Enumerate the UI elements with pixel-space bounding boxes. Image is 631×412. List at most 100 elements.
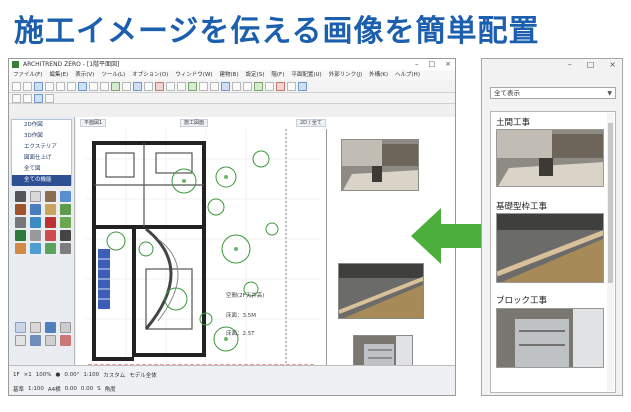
forward-icon[interactable]	[23, 93, 32, 103]
mode-item-2d[interactable]: 2D作図	[12, 120, 71, 131]
layer-panel-icon[interactable]	[15, 322, 26, 333]
status-angle-mode[interactable]: 角度	[105, 385, 116, 393]
snap-icon[interactable]	[133, 81, 142, 91]
grid-icon[interactable]	[122, 81, 131, 91]
menu-building[interactable]: 建物(B)	[220, 70, 239, 80]
status-model[interactable]: モデル全体	[129, 371, 157, 379]
menu-exterior[interactable]: 外構(K)	[369, 70, 388, 80]
status-mode[interactable]: S	[97, 386, 101, 392]
back-icon[interactable]	[12, 93, 21, 103]
photo-item-1[interactable]	[496, 129, 604, 187]
line-icon[interactable]	[30, 230, 41, 241]
delete-icon[interactable]	[155, 81, 164, 91]
scrollbar-thumb[interactable]	[608, 123, 613, 283]
tree-icon[interactable]	[60, 217, 71, 228]
print-icon[interactable]	[45, 81, 54, 91]
fit-icon[interactable]	[221, 81, 230, 91]
move-icon[interactable]	[166, 81, 175, 91]
menu-option[interactable]: オプション(O)	[132, 70, 168, 80]
render-icon[interactable]	[45, 322, 56, 333]
photo-item-3[interactable]	[496, 308, 604, 368]
mode-item-3d[interactable]: 3D作図	[12, 131, 71, 142]
water-icon[interactable]	[30, 217, 41, 228]
open-file-icon[interactable]	[23, 81, 32, 91]
mode-item-exterior[interactable]: エクステリア	[12, 142, 71, 153]
status-paper-scale[interactable]: 1:100	[28, 386, 44, 392]
floor-select-icon[interactable]	[34, 93, 43, 103]
redo-icon[interactable]	[67, 81, 76, 91]
new-file-icon[interactable]	[12, 81, 21, 91]
settings-icon[interactable]	[287, 81, 296, 91]
list-icon[interactable]	[60, 322, 71, 333]
mark-icon[interactable]	[276, 81, 285, 91]
erase-icon[interactable]	[60, 335, 71, 346]
status-snap[interactable]: ●	[56, 372, 61, 378]
property-icon[interactable]	[30, 322, 41, 333]
status-floor[interactable]: 1F	[13, 372, 20, 378]
photo-list-scrollbar[interactable]	[607, 113, 614, 391]
placed-photo-1[interactable]	[341, 139, 419, 191]
status-base[interactable]: 基準	[13, 385, 24, 393]
measure-icon[interactable]	[144, 81, 153, 91]
cursor-icon[interactable]	[45, 93, 54, 103]
filter-dropdown[interactable]: 全て表示 ▼	[490, 87, 616, 99]
image-icon[interactable]	[254, 81, 263, 91]
zoom-in-icon[interactable]	[199, 81, 208, 91]
zoom-out-icon[interactable]	[210, 81, 219, 91]
paste-icon[interactable]	[100, 81, 109, 91]
circle-icon[interactable]	[45, 230, 56, 241]
menu-view[interactable]: 表示(V)	[75, 70, 94, 80]
menu-edit[interactable]: 編集(E)	[49, 70, 68, 80]
floor-icon[interactable]	[45, 204, 56, 215]
panel-minimize-button[interactable]: –	[568, 60, 572, 69]
panel-close-button[interactable]: ×	[609, 60, 616, 69]
column-icon[interactable]	[45, 191, 56, 202]
menu-plan[interactable]: 平面配置(U)	[291, 70, 321, 80]
mode-item-finish[interactable]: 図面仕上げ	[12, 153, 71, 164]
status-angle[interactable]: 0.00°	[64, 372, 79, 378]
shrub-icon[interactable]	[15, 230, 26, 241]
window-icon[interactable]	[60, 191, 71, 202]
save-icon[interactable]	[34, 81, 43, 91]
sheet-tab-2d[interactable]: 2D / 全て	[296, 119, 326, 127]
menu-floor[interactable]: 階(F)	[271, 70, 284, 80]
mode-item-all-functions[interactable]: 全ての機能	[12, 175, 71, 186]
door-icon[interactable]	[15, 204, 26, 215]
photo-item-2[interactable]	[496, 213, 604, 283]
status-scale[interactable]: ×1	[24, 372, 32, 378]
status-paper-size[interactable]: A4横	[48, 385, 61, 393]
pointer-icon[interactable]	[15, 191, 26, 202]
photo-tool-icon[interactable]	[30, 243, 41, 254]
menu-file[interactable]: ファイル(F)	[13, 70, 42, 80]
menu-help[interactable]: ヘルプ(H)	[395, 70, 420, 80]
select-icon[interactable]	[78, 81, 87, 91]
mode-item-all[interactable]: 全て図	[12, 164, 71, 175]
rotate-icon[interactable]	[177, 81, 186, 91]
undo-icon[interactable]	[56, 81, 65, 91]
menu-settings[interactable]: 設定(S)	[246, 70, 265, 80]
close-button[interactable]: ×	[445, 59, 451, 70]
minimize-button[interactable]: –	[415, 59, 419, 70]
menu-tool[interactable]: ツール(L)	[101, 70, 125, 80]
print-preview-icon[interactable]	[30, 335, 41, 346]
view3d-icon[interactable]	[188, 81, 197, 91]
curve-icon[interactable]	[15, 243, 26, 254]
layer-icon[interactable]	[111, 81, 120, 91]
stair-icon[interactable]	[30, 204, 41, 215]
symbol-icon[interactable]	[45, 243, 56, 254]
sheet-icon[interactable]	[15, 335, 26, 346]
menu-link[interactable]: 外部リンク(J)	[329, 70, 362, 80]
sheet-tab-construction[interactable]: 施工図面	[180, 119, 209, 127]
hatch-icon[interactable]	[60, 243, 71, 254]
arc-icon[interactable]	[60, 230, 71, 241]
sheet-tab-plan[interactable]: 平面図1	[80, 119, 107, 127]
drawing-canvas[interactable]: 平面図1 施工図面 2D / 全て 空間(2F天井高) 床面：3.5M 床面：2…	[76, 117, 455, 375]
wall-icon[interactable]	[30, 191, 41, 202]
table-icon[interactable]	[265, 81, 274, 91]
copy-icon[interactable]	[89, 81, 98, 91]
plant-icon[interactable]	[60, 204, 71, 215]
fence-icon[interactable]	[15, 217, 26, 228]
panel-maximize-button[interactable]: □	[587, 60, 595, 69]
help-icon[interactable]	[298, 81, 307, 91]
text-icon[interactable]	[232, 81, 241, 91]
